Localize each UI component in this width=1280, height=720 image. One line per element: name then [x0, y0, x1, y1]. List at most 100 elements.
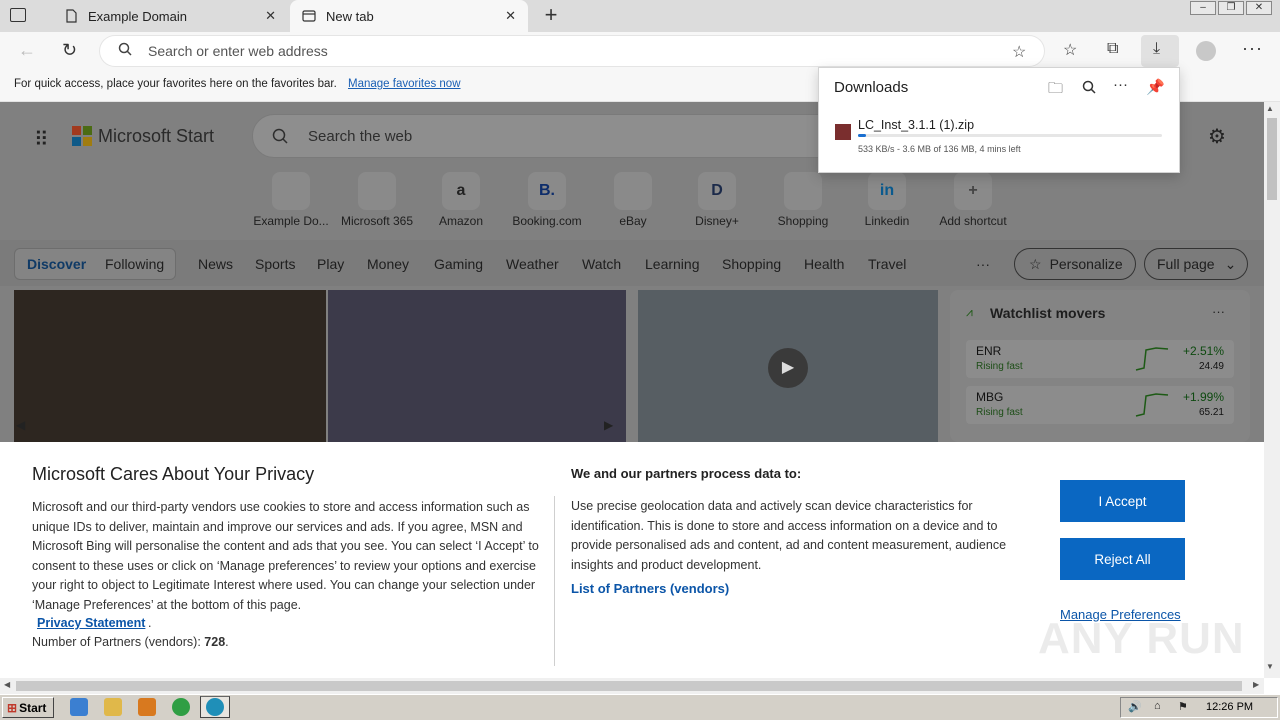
feed-nav-item[interactable]: Gaming — [434, 256, 483, 272]
refresh-button[interactable]: ↻ — [62, 40, 77, 61]
download-status: 533 KB/s - 3.6 MB of 136 MB, 4 mins left — [858, 144, 1021, 154]
start-button[interactable]: ⊞ Start — [2, 697, 54, 718]
feed-nav-item[interactable]: Travel — [868, 256, 906, 272]
stock-price: 24.49 — [1198, 361, 1224, 372]
apps-grid-icon[interactable]: ⠿ — [34, 127, 49, 152]
feed-nav-item[interactable]: Play — [317, 256, 344, 272]
new-tab-button[interactable]: + — [540, 4, 562, 27]
horizontal-scroll-thumb[interactable] — [16, 681, 1242, 691]
download-icon: ⤓ — [1153, 40, 1161, 57]
volume-icon[interactable]: 🔊 — [1128, 700, 1142, 713]
sparkline — [1135, 347, 1169, 371]
stock-change: +1.99% — [1182, 390, 1224, 404]
downloads-title: Downloads — [834, 79, 909, 96]
scroll-right-icon[interactable]: ▶ — [1253, 680, 1259, 689]
restore-button[interactable]: ❐ — [1218, 1, 1244, 15]
partners-list-link[interactable]: List of Partners (vendors) — [571, 581, 729, 596]
scroll-left-icon[interactable]: ◀ — [4, 680, 10, 689]
feed-nav-item[interactable]: Learning — [645, 256, 700, 272]
tab-discover[interactable]: Discover — [27, 256, 86, 272]
play-icon[interactable]: ▶ — [768, 348, 808, 388]
brand-title[interactable]: Microsoft Start — [98, 126, 214, 147]
tab-title: Example Domain — [88, 8, 187, 24]
gear-icon[interactable]: ⚙ — [1208, 124, 1226, 149]
stock-row[interactable]: MBG Rising fast +1.99% 65.21 — [966, 386, 1234, 424]
shortcut-tile[interactable]: + Add shortcut — [930, 172, 1016, 228]
edge-icon — [206, 698, 224, 716]
folder-icon[interactable]: 🗀 — [1048, 78, 1063, 103]
shortcut-tile[interactable]: a Amazon — [418, 172, 504, 228]
news-image-2[interactable] — [328, 290, 626, 442]
star-icon: ☆ — [1029, 255, 1042, 272]
stock-symbol: MBG — [976, 390, 1004, 404]
tab-actions-icon[interactable] — [10, 8, 26, 22]
ie-icon[interactable] — [70, 698, 88, 716]
tab-new-tab[interactable]: New tab ✕ — [290, 0, 528, 32]
feed-nav-item[interactable]: ··· — [976, 256, 990, 272]
pin-icon[interactable]: 📌 — [1146, 78, 1165, 96]
processing-body: Use precise geolocation data and activel… — [571, 499, 1007, 572]
shortcut-label: Booking.com — [512, 214, 582, 228]
more-options-icon[interactable]: ··· — [1113, 76, 1128, 93]
profile-avatar[interactable] — [1196, 41, 1216, 61]
tab-following[interactable]: Following — [105, 256, 164, 272]
scroll-up-icon[interactable]: ▲ — [1266, 104, 1274, 113]
feed-nav-item[interactable]: Weather — [506, 256, 559, 272]
more-options-icon[interactable]: ··· — [1212, 304, 1225, 319]
web-search-input[interactable]: Search the web — [308, 128, 412, 145]
carousel-next-icon[interactable]: ▶ — [604, 418, 613, 432]
folder-icon[interactable] — [104, 698, 122, 716]
close-tab-icon[interactable]: ✕ — [265, 8, 276, 24]
add-favorite-icon[interactable]: ☆ — [1012, 42, 1026, 62]
search-icon[interactable] — [1082, 80, 1096, 94]
shortcut-tile[interactable]: Microsoft 365 — [334, 172, 420, 228]
shortcut-tile[interactable]: in Linkedin — [844, 172, 930, 228]
feed-nav-item[interactable]: Sports — [255, 256, 295, 272]
partners-count: Number of Partners (vendors): 728. — [32, 635, 229, 649]
tab-example-domain[interactable]: Example Domain ✕ — [52, 0, 288, 32]
shortcut-tile[interactable]: D Disney+ — [674, 172, 760, 228]
stock-row[interactable]: ENR Rising fast +2.51% 24.49 — [966, 340, 1234, 378]
feed-nav-item[interactable]: Health — [804, 256, 844, 272]
back-button[interactable]: ← — [18, 40, 36, 61]
clock: 12:26 PM — [1206, 701, 1254, 713]
news-image-1[interactable] — [14, 290, 326, 442]
shortcut-tile[interactable]: Example Do... — [248, 172, 334, 228]
taskbar — [0, 694, 1280, 720]
shortcut-tile[interactable]: Shopping — [760, 172, 846, 228]
vertical-scroll-thumb[interactable] — [1267, 118, 1277, 200]
feed-nav-item[interactable]: News — [198, 256, 233, 272]
manage-preferences-link[interactable]: Manage Preferences — [1060, 607, 1181, 622]
chrome-icon[interactable] — [172, 698, 190, 716]
reject-all-button[interactable]: Reject All — [1060, 538, 1185, 580]
shortcut-icon: D — [698, 172, 736, 210]
minimize-button[interactable]: – — [1190, 1, 1216, 15]
settings-more-button[interactable]: ··· — [1242, 38, 1263, 59]
feed-nav-item[interactable]: Money — [367, 256, 409, 272]
privacy-statement-link[interactable]: Privacy Statement — [37, 616, 145, 630]
personalize-button[interactable]: ☆ Personalize — [1014, 248, 1136, 280]
feed-nav-item[interactable]: Watch — [582, 256, 621, 272]
address-input[interactable]: Search or enter web address — [148, 43, 328, 59]
accept-button[interactable]: I Accept — [1060, 480, 1185, 522]
carousel-prev-icon[interactable]: ◀ — [16, 418, 25, 432]
media-player-icon[interactable] — [138, 698, 156, 716]
privacy-title: Microsoft Cares About Your Privacy — [32, 464, 315, 484]
manage-favorites-link[interactable]: Manage favorites now — [348, 78, 461, 90]
shortcut-tile[interactable]: eBay — [590, 172, 676, 228]
flag-icon[interactable]: ⚑ — [1178, 700, 1188, 713]
close-window-button[interactable]: ✕ — [1246, 1, 1272, 15]
personalize-label: Personalize — [1049, 256, 1123, 272]
network-icon[interactable]: ⌂ — [1154, 700, 1161, 712]
tab-title: New tab — [326, 8, 374, 24]
feed-nav-item[interactable]: Shopping — [722, 256, 781, 272]
download-file-name[interactable]: LC_Inst_3.1.1 (1).zip — [858, 118, 974, 132]
collections-icon[interactable]: ⧉ — [1107, 40, 1118, 58]
layout-label: Full page — [1157, 256, 1215, 272]
close-tab-icon[interactable]: ✕ — [505, 8, 516, 24]
scroll-down-icon[interactable]: ▼ — [1266, 662, 1274, 671]
shortcut-tile[interactable]: B. Booking.com — [504, 172, 590, 228]
layout-dropdown[interactable]: Full page ⌄ — [1144, 248, 1248, 280]
favorites-icon[interactable]: ☆ — [1063, 40, 1077, 60]
shortcut-label: eBay — [619, 214, 647, 228]
